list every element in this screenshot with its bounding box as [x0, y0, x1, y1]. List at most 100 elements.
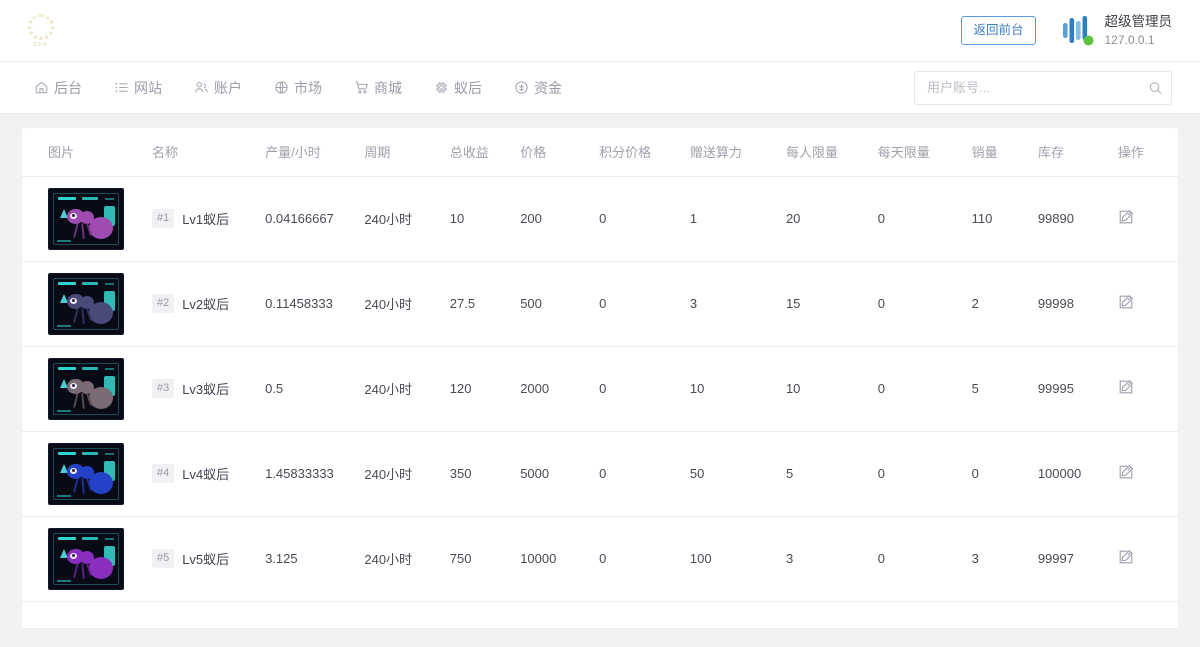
avatar	[1058, 12, 1096, 50]
cell-per-day-limit: 0	[873, 516, 968, 602]
logo-ring-icon	[28, 13, 54, 40]
cell-stock: 99890	[1033, 176, 1114, 262]
product-thumbnail[interactable]	[48, 272, 124, 335]
avatar-bars-icon	[1062, 15, 1093, 45]
nav-item-backend[interactable]: 后台	[18, 78, 98, 98]
user-profile[interactable]: 超级管理员 127.0.0.1	[1058, 12, 1173, 50]
cell-rate: 1.45833333	[261, 431, 361, 517]
cell-price: 10000	[516, 516, 596, 602]
cell-per-day-limit: 0	[873, 431, 968, 517]
cell-sales: 5	[967, 346, 1034, 432]
product-thumbnail[interactable]	[48, 187, 124, 250]
cell-sales: 2	[967, 261, 1034, 347]
cell-name: #4 Lv4蚁后	[147, 431, 262, 517]
cell-gift-power: 1	[685, 176, 782, 262]
cell-stock: 99998	[1033, 261, 1114, 347]
edit-icon	[1119, 549, 1134, 564]
cell-price: 200	[516, 176, 596, 262]
cell-sales: 110	[967, 176, 1034, 262]
chip-icon	[434, 80, 449, 95]
edit-icon	[1119, 379, 1134, 394]
product-thumbnail[interactable]	[48, 527, 124, 590]
search-input[interactable]	[914, 70, 1172, 105]
cell-per-person-limit: 20	[781, 176, 874, 262]
user-name: 超级管理员	[1104, 14, 1173, 30]
product-thumbnail[interactable]	[48, 357, 124, 420]
cell-rate: 3.125	[261, 516, 361, 602]
nav-item-label: 后台	[54, 79, 82, 96]
table-row: #1 Lv1蚁后 0.04166667 240小时 10 200 0 1 20 0 110 99890	[22, 176, 1178, 262]
nav-item-label: 资金	[534, 79, 562, 96]
cell-per-day-limit: 0	[873, 261, 968, 347]
product-thumbnail[interactable]	[48, 442, 124, 505]
nav-item-label: 蚁后	[454, 79, 482, 96]
nav-item-website[interactable]: 网站	[98, 78, 178, 98]
cell-rate: 0.5	[261, 346, 361, 432]
logo-text: ZEN	[33, 41, 49, 48]
edit-button[interactable]	[1118, 464, 1134, 480]
edit-button[interactable]	[1118, 294, 1134, 310]
brand-logo[interactable]: ZEN	[18, 8, 64, 54]
back-to-frontend-button[interactable]: 返回前台	[961, 16, 1036, 45]
column-header-gift-power: 赠送算力	[685, 128, 782, 177]
column-header-stock: 库存	[1033, 128, 1114, 177]
cell-per-person-limit: 3	[781, 516, 874, 602]
edit-button[interactable]	[1118, 209, 1134, 225]
cell-actions	[1113, 346, 1178, 432]
cell-points-price: 0	[595, 261, 686, 347]
search-icon	[1149, 81, 1162, 94]
cell-rate: 0.04166667	[261, 176, 361, 262]
cell-actions	[1113, 431, 1178, 517]
column-header-per-person: 每人限量	[781, 128, 874, 177]
search-box	[914, 70, 1172, 105]
products-table: 图片 名称 产量/小时 周期 总收益 价格 积分价格 赠送算力 每人限量 每天限…	[22, 128, 1178, 602]
coin-icon	[514, 80, 529, 95]
home-icon	[34, 80, 49, 95]
nav-item-funds[interactable]: 资金	[498, 78, 578, 98]
edit-button[interactable]	[1118, 549, 1134, 565]
nav-item-account[interactable]: 账户	[178, 78, 258, 98]
column-header-actions: 操作	[1113, 128, 1178, 177]
cell-per-person-limit: 15	[781, 261, 874, 347]
cell-stock: 100000	[1033, 431, 1114, 517]
nav-item-label: 账户	[214, 79, 242, 96]
search-button[interactable]	[1148, 80, 1163, 95]
top-header: ZEN 返回前台 超级管理员 127.0.0.1	[0, 0, 1200, 62]
nav-item-market[interactable]: 市场	[258, 78, 338, 98]
cell-image	[22, 346, 148, 432]
product-name: Lv3蚁后	[182, 382, 230, 397]
edit-button[interactable]	[1118, 379, 1134, 395]
cell-cycle: 240小时	[360, 176, 446, 262]
table-header-row: 图片 名称 产量/小时 周期 总收益 价格 积分价格 赠送算力 每人限量 每天限…	[22, 128, 1178, 177]
content-area: 图片 名称 产量/小时 周期 总收益 价格 积分价格 赠送算力 每人限量 每天限…	[0, 114, 1200, 628]
cell-image	[22, 516, 148, 602]
cell-price: 5000	[516, 431, 596, 517]
user-meta: 超级管理员 127.0.0.1	[1105, 13, 1173, 47]
cell-gift-power: 3	[685, 261, 782, 347]
cell-name: #1 Lv1蚁后	[147, 176, 262, 262]
cell-image	[22, 176, 148, 262]
rank-badge: #4	[151, 464, 175, 483]
rank-badge: #5	[151, 549, 175, 568]
nav-item-store[interactable]: 商城	[338, 78, 418, 98]
cell-total-income: 120	[445, 346, 517, 432]
nav-items: 后台 网站 账户 市场 商城 蚁后 资金	[18, 78, 578, 98]
main-nav-bar: 后台 网站 账户 市场 商城 蚁后 资金 用户账号...	[0, 62, 1200, 114]
cell-per-person-limit: 10	[781, 346, 874, 432]
rank-badge: #2	[151, 294, 175, 313]
cell-cycle: 240小时	[360, 346, 446, 432]
product-name: Lv5蚁后	[182, 552, 230, 567]
nav-item-label: 网站	[134, 79, 162, 96]
cell-image	[22, 431, 148, 517]
cell-total-income: 27.5	[445, 261, 517, 347]
cell-name: #2 Lv2蚁后	[147, 261, 262, 347]
cell-actions	[1113, 516, 1178, 602]
cart-icon	[354, 80, 369, 95]
product-name: Lv1蚁后	[182, 212, 230, 227]
cell-gift-power: 10	[685, 346, 782, 432]
cell-cycle: 240小时	[360, 431, 446, 517]
nav-item-queen-ant[interactable]: 蚁后	[418, 78, 498, 98]
cell-points-price: 0	[595, 346, 686, 432]
table-body: #1 Lv1蚁后 0.04166667 240小时 10 200 0 1 20 0 110 99890…	[22, 176, 1178, 602]
nav-item-label: 商城	[374, 79, 402, 96]
